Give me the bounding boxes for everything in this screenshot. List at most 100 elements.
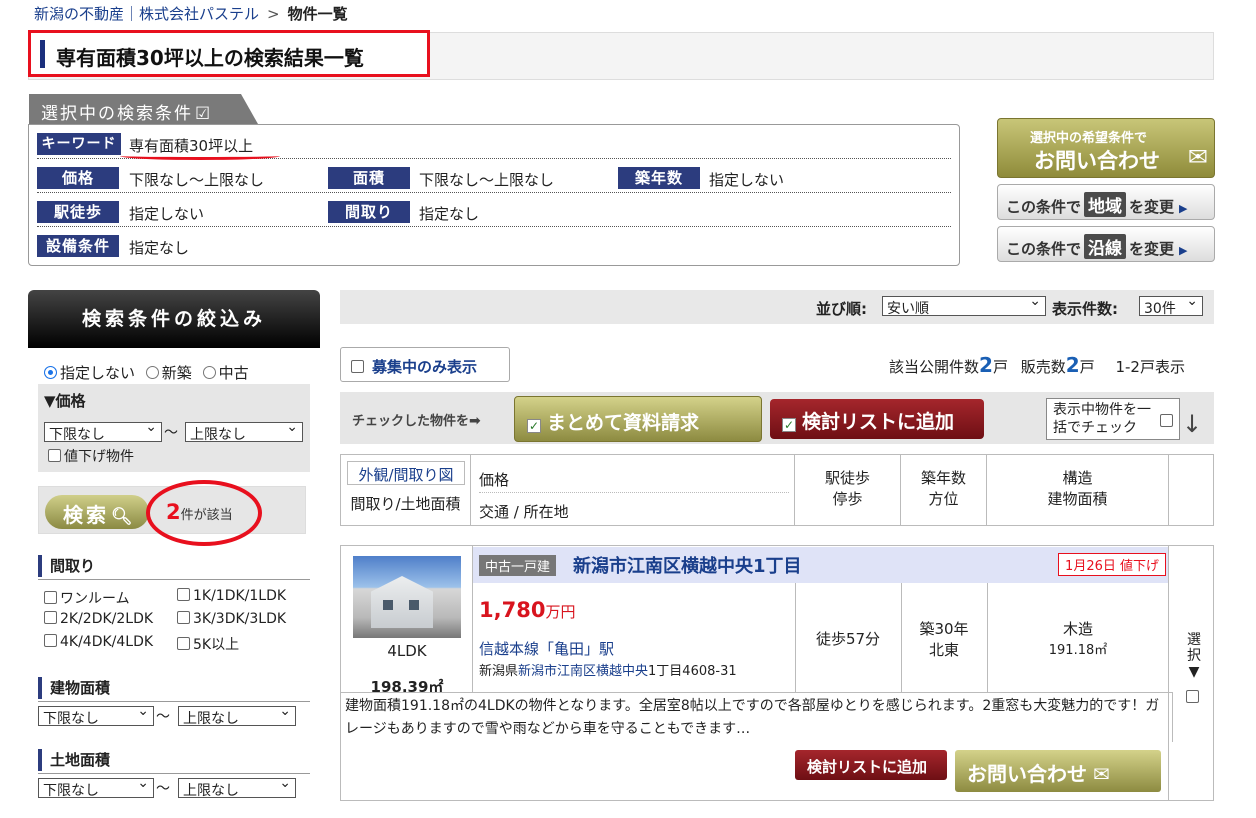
bulk-request-button[interactable]: ✓ まとめて資料請求 <box>514 396 762 442</box>
property-age-col: 築30年 北東 <box>901 618 987 660</box>
inquiry-conditions-small-label: 選択中の希望条件で <box>1030 131 1148 146</box>
condition-value-area: 下限なし～上限なし <box>419 171 555 189</box>
window-shape <box>383 600 393 610</box>
header-structure-col: 構造 建物面積 <box>987 455 1169 525</box>
header-walk: 駅徒歩 <box>824 469 870 487</box>
add-to-list-button[interactable]: ✓ 検討リストに追加 <box>770 399 984 439</box>
property-layout: 4LDK <box>387 642 427 660</box>
type-radio-group: 指定しない 新築 中古 <box>44 362 249 383</box>
house-image <box>371 576 433 628</box>
radio-new[interactable]: 新築 <box>145 364 192 382</box>
radio-selected-icon <box>44 366 57 379</box>
sidebar-header-label: 検索条件の絞込み <box>81 308 266 330</box>
property-name-link[interactable]: 新潟市江南区横越中央1丁目 <box>573 552 802 578</box>
land-area-min-select[interactable]: 下限なし <box>38 778 154 798</box>
sale-count-label: 販売数 <box>1020 358 1066 376</box>
keyword-red-underline <box>120 152 280 160</box>
sale-count: 2 <box>1065 353 1080 377</box>
conditions-tab-label: 選択中の検索条件 <box>41 104 193 124</box>
header-price: 価格 <box>479 469 789 493</box>
price-filter: ▼価格 下限なし ～ 上限なし 値下げ物件 <box>38 384 310 472</box>
conditions-tab: 選択中の検索条件 ☑ <box>29 94 258 124</box>
layout-option-label: ワンルーム <box>60 591 130 607</box>
recruiting-only-label: 募集中のみ表示 <box>372 358 478 376</box>
layout-option-1k[interactable]: 1K/1DK/1LDK <box>177 588 286 604</box>
address-link[interactable]: 新潟市江南区横越中央 <box>518 664 648 679</box>
property-type-badge: 中古一戸建 <box>479 555 557 576</box>
property-add-to-list-label: 検討リストに追加 <box>807 758 928 776</box>
breadcrumb-home-link[interactable]: 新潟の不動産｜株式会社パステル <box>34 5 259 23</box>
count-label: 表示件数: <box>1052 300 1118 318</box>
layout-option-oneroom[interactable]: ワンルーム <box>44 588 130 608</box>
radio-used-label: 中古 <box>218 364 249 382</box>
price-max-select[interactable]: 上限なし <box>185 422 303 442</box>
radio-unspecified[interactable]: 指定しない <box>44 364 135 382</box>
inquiry-conditions-button[interactable]: 選択中の希望条件で お問い合わせ ✉ <box>997 118 1215 178</box>
property-inquiry-button[interactable]: お問い合わせ ✉ <box>955 750 1161 792</box>
price-down-checkbox[interactable]: 値下げ物件 <box>48 446 134 466</box>
header-direction: 方位 <box>928 490 959 508</box>
change-region-button[interactable]: この条件で 地域 を変更 ▶ <box>997 184 1215 220</box>
condition-label-price: 価格 <box>37 167 119 189</box>
recruiting-only-toggle[interactable]: 募集中のみ表示 <box>340 347 510 382</box>
header-photo-tab[interactable]: 外観/間取り図 <box>347 461 465 485</box>
property-price-unit: 万円 <box>545 603 576 621</box>
condition-value-price: 下限なし～上限なし <box>129 171 265 189</box>
condition-value-walk: 指定しない <box>129 205 205 223</box>
land-area-max-select[interactable]: 上限なし <box>178 778 296 798</box>
property-add-to-list-button[interactable]: 検討リストに追加 <box>795 750 947 780</box>
price-min-select[interactable]: 下限なし <box>44 422 162 442</box>
price-tilde: ～ <box>164 425 178 441</box>
change-line-button[interactable]: この条件で 沿線 を変更 ▶ <box>997 226 1215 262</box>
select-column: 選択 ▼ <box>1187 632 1201 680</box>
land-area-filter-title: 土地面積 <box>38 749 310 771</box>
layout-option-5k[interactable]: 5K以上 <box>177 634 239 654</box>
header-structure: 構造 <box>1062 469 1093 487</box>
checkbox-icon <box>44 611 57 624</box>
search-button[interactable]: 検索 🔍︎ <box>45 495 149 529</box>
bulk-request-label: まとめて資料請求 <box>547 412 700 434</box>
building-area-min-select[interactable]: 下限なし <box>38 706 154 726</box>
condition-row-equipment: 設備条件 指定なし <box>37 231 951 261</box>
property-walk: 徒歩57分 <box>815 630 881 648</box>
layout-option-label: 3K/3DK/3LDK <box>193 611 287 627</box>
layout-option-4k[interactable]: 4K/4DK/4LDK <box>44 634 153 650</box>
page-title: 専有面積30坪以上の検索結果一覧 <box>56 46 364 70</box>
batch-checkbox[interactable] <box>1160 414 1173 427</box>
title-accent-bar <box>40 40 45 68</box>
sort-label: 並び順: <box>816 300 867 318</box>
layout-option-3k[interactable]: 3K/3DK/3LDK <box>177 611 286 627</box>
change-region-prefix: この条件で <box>1006 198 1082 216</box>
property-station-line[interactable]: 信越本線「亀田」駅 <box>479 638 614 659</box>
change-line-prefix: この条件で <box>1006 240 1082 258</box>
checkbox-icon <box>177 637 190 650</box>
sort-select[interactable]: 安い順 <box>882 296 1046 316</box>
divider <box>38 701 310 702</box>
checkbox-icon <box>48 449 61 462</box>
arrow-right-icon: ▶ <box>1179 244 1188 257</box>
condition-label-age: 築年数 <box>618 167 700 189</box>
condition-value-layout: 指定なし <box>419 205 480 223</box>
layout-option-2k[interactable]: 2K/2DK/2LDK <box>44 611 153 627</box>
property-price-value: 1,780 <box>479 598 546 622</box>
count-select[interactable]: 30件 <box>1139 296 1203 316</box>
public-count: 2 <box>979 353 993 377</box>
property-select-checkbox[interactable] <box>1186 690 1199 703</box>
change-line-highlight: 沿線 <box>1084 234 1127 259</box>
checkbox-icon <box>177 588 190 601</box>
header-photo-col: 外観/間取り図 間取り/土地面積 <box>341 455 471 525</box>
public-count-label: 該当公開件数 <box>889 358 980 376</box>
layout-option-label: 4K/4DK/4LDK <box>60 634 154 650</box>
select-label: 選択 <box>1187 632 1201 664</box>
header-walk-col: 駅徒歩 停歩 <box>795 455 901 525</box>
property-photo[interactable] <box>353 556 461 638</box>
building-area-max-select[interactable]: 上限なし <box>178 706 296 726</box>
page-title-box: 専有面積30坪以上の検索結果一覧 <box>28 30 430 77</box>
property-structure-col: 木造 191.18㎡ <box>987 618 1169 658</box>
layout-option-label: 1K/1DK/1LDK <box>193 588 287 604</box>
radio-used[interactable]: 中古 <box>202 364 249 382</box>
envelope-icon: ✉ <box>1187 143 1208 171</box>
public-count-unit: 戸 <box>992 358 1008 376</box>
results-table-header: 外観/間取り図 間取り/土地面積 価格 交通 / 所在地 駅徒歩 停歩 築年数 方位… <box>340 454 1214 526</box>
sale-count-unit: 戸 <box>1079 358 1095 376</box>
